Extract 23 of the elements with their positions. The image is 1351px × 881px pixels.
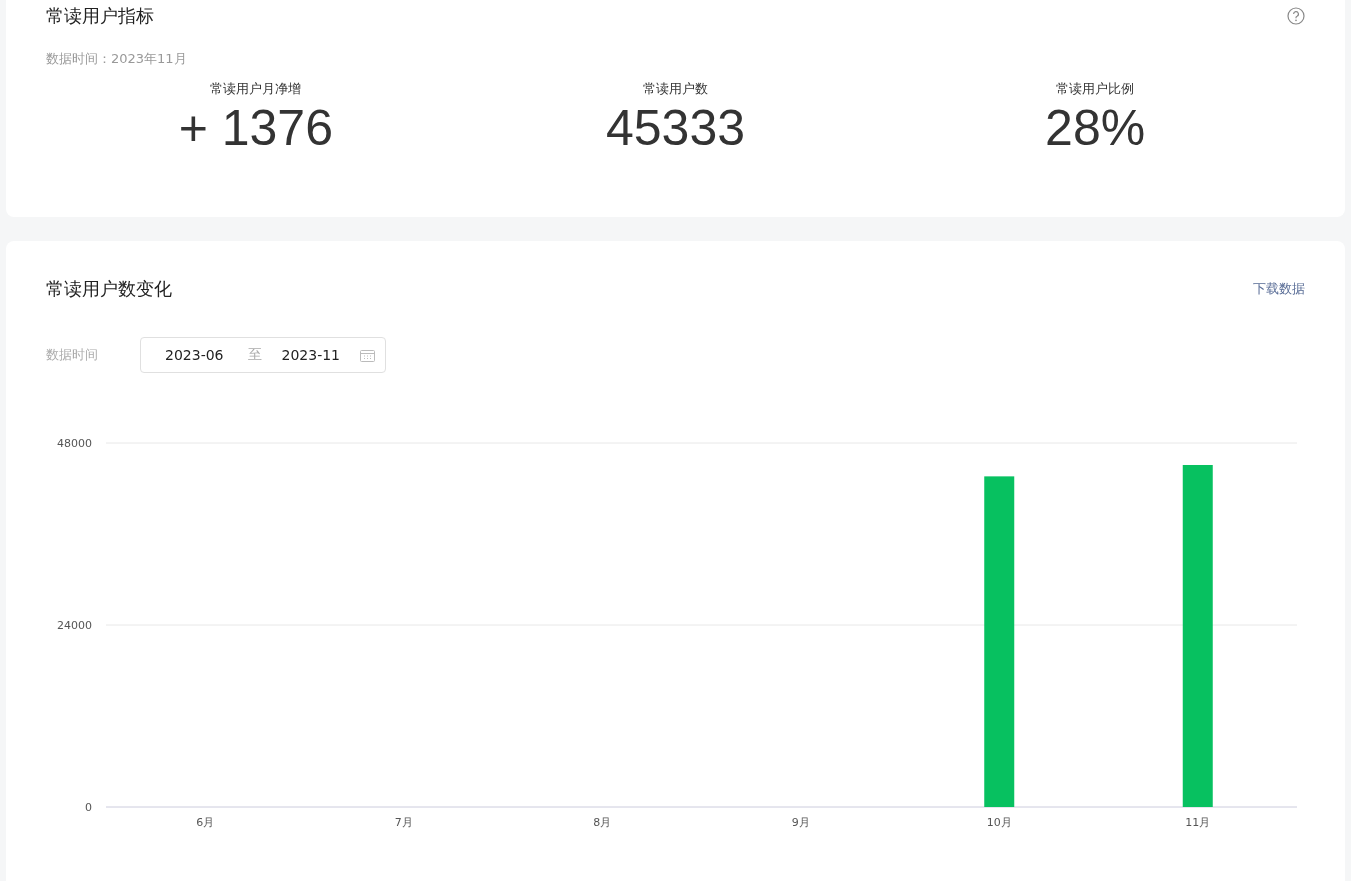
metric-value: 28% xyxy=(1045,100,1146,156)
metric-value: 45333 xyxy=(605,100,745,156)
x-tick-label: 10月 xyxy=(986,816,1012,829)
download-link[interactable]: 下载数据 xyxy=(1253,280,1305,298)
filter-label: 数据时间 xyxy=(46,346,99,364)
x-tick-label: 6月 xyxy=(196,816,215,829)
x-tick-label: 8月 xyxy=(593,816,612,829)
metric-label: 常读用户月净增 xyxy=(210,80,302,98)
metric-value: + 1376 xyxy=(178,100,333,156)
x-tick-label: 7月 xyxy=(394,816,413,829)
metric-label: 常读用户数 xyxy=(643,80,708,98)
card-title: 常读用户指标 xyxy=(46,4,154,28)
metric-label: 常读用户比例 xyxy=(1056,80,1135,98)
x-tick-label: 9月 xyxy=(791,816,810,829)
y-tick-label: 0 xyxy=(85,801,92,814)
calendar-icon xyxy=(360,348,375,362)
help-icon[interactable] xyxy=(1287,7,1305,25)
date-range-field[interactable]: 2023-06 至 2023-11 xyxy=(140,337,386,373)
y-tick-label: 48000 xyxy=(57,437,92,450)
card-title: 常读用户数变化 xyxy=(46,277,172,301)
x-tick-label: 11月 xyxy=(1185,816,1211,829)
data-time: 数据时间：2023年11月 xyxy=(46,50,188,68)
y-tick-label: 24000 xyxy=(57,619,92,632)
